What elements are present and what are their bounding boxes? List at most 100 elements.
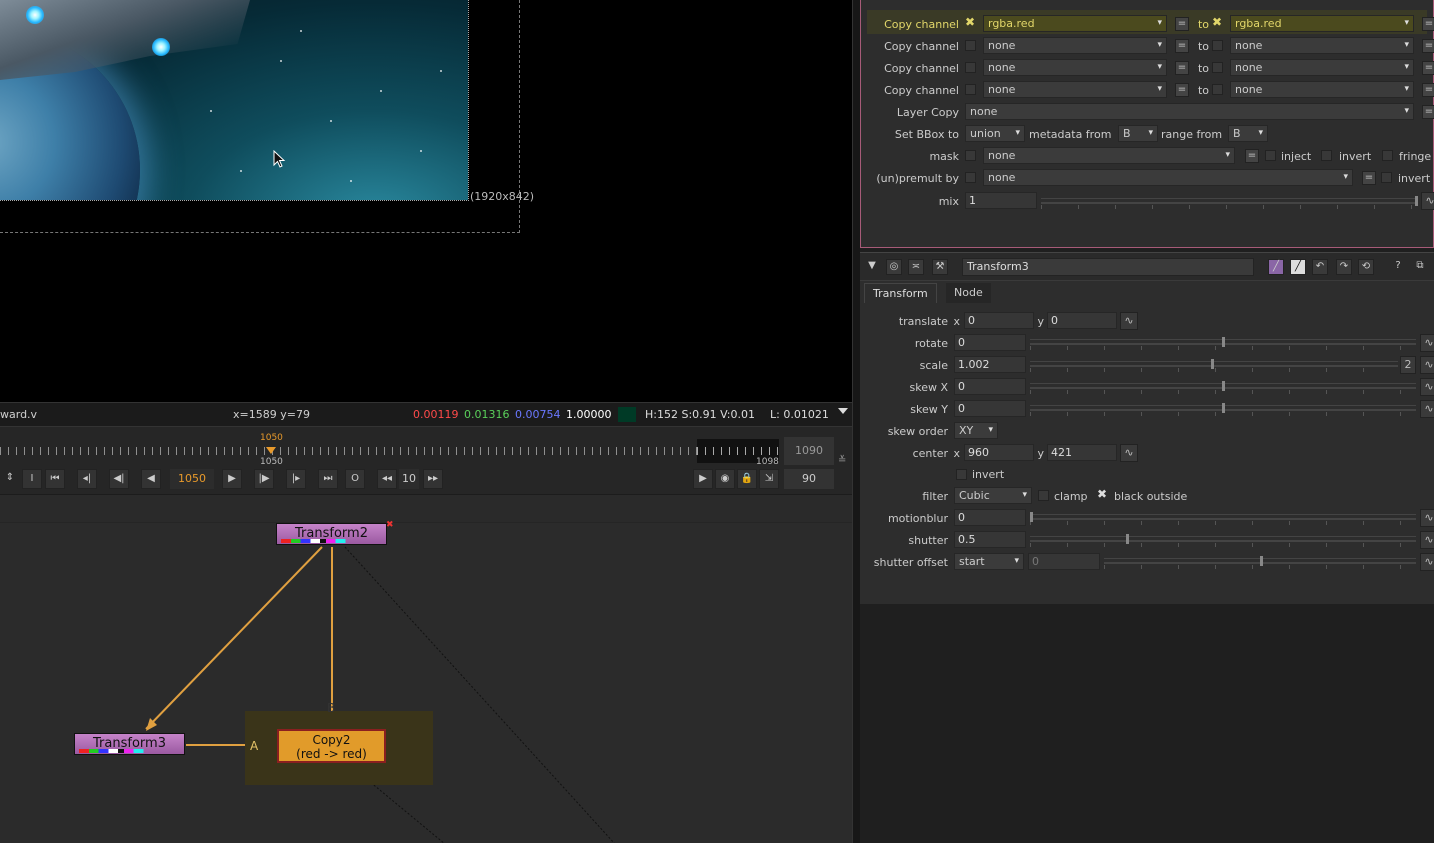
copy-from-dropdown[interactable]: rgba.red	[983, 15, 1167, 32]
shutter-offset-slider[interactable]	[1104, 558, 1416, 575]
animation-curve-icon[interactable]: ∿	[1420, 378, 1434, 396]
play-forward-icon[interactable]: ▶	[222, 469, 242, 489]
skew-x-field[interactable]: 0	[954, 378, 1026, 395]
wrench-icon[interactable]: ⚒	[932, 259, 948, 275]
shutter-field[interactable]: 0.5	[954, 531, 1026, 548]
center-node-icon[interactable]: ◎	[886, 259, 902, 275]
animation-curve-icon[interactable]: ∿	[1420, 509, 1434, 527]
link-button[interactable]: =	[1245, 149, 1259, 163]
copy-from-dropdown[interactable]: none	[983, 37, 1167, 54]
skew-order-dropdown[interactable]: XY	[954, 422, 998, 439]
copy-to-dropdown[interactable]: rgba.red	[1230, 15, 1414, 32]
animation-curve-icon[interactable]: ∿	[1420, 553, 1434, 571]
mask-dropdown[interactable]: none	[983, 147, 1235, 164]
range-from-dropdown[interactable]: B	[1228, 125, 1268, 142]
go-first-icon[interactable]: ⏮	[45, 469, 65, 489]
copy-channel-checkbox[interactable]	[965, 84, 976, 95]
bbox-dropdown[interactable]: union	[965, 125, 1025, 142]
scale-field[interactable]: 1.002	[954, 356, 1026, 373]
copy-channel-checkbox[interactable]	[965, 62, 976, 73]
tab-node[interactable]: Node	[946, 283, 991, 303]
step-forward-icon[interactable]: |▶	[254, 469, 274, 489]
animation-curve-icon[interactable]: ∿	[1420, 334, 1434, 352]
copy-to-dropdown[interactable]: none	[1230, 81, 1414, 98]
link-button[interactable]: =	[1175, 83, 1189, 97]
animation-curve-icon[interactable]: ∿	[1420, 356, 1434, 374]
mask-invert-checkbox[interactable]	[1321, 150, 1332, 161]
node-name-field[interactable]: Transform3	[962, 258, 1254, 276]
overlay-color-icon[interactable]: ╱	[1290, 259, 1306, 275]
link-button[interactable]: =	[1422, 105, 1434, 119]
prev-keyframe-icon[interactable]: ◂|	[77, 469, 97, 489]
playback-mode-icon[interactable]: ▶	[693, 469, 713, 489]
lock-icon[interactable]: 🔒	[737, 469, 757, 489]
tab-transform[interactable]: Transform	[864, 283, 937, 303]
link-button[interactable]: =	[1175, 61, 1189, 75]
fringe-checkbox[interactable]	[1382, 150, 1393, 161]
shutter-slider[interactable]	[1030, 536, 1416, 553]
revert-icon[interactable]: ⟲	[1358, 259, 1374, 275]
collapse-triangle-icon[interactable]: ▼	[864, 259, 880, 275]
link-button[interactable]: =	[1422, 39, 1434, 53]
shutter-custom-offset-field[interactable]: 0	[1028, 553, 1100, 570]
rotate-slider[interactable]	[1030, 339, 1416, 356]
link-button[interactable]: =	[1175, 39, 1189, 53]
link-button[interactable]: =	[1175, 17, 1189, 31]
animation-curve-icon[interactable]: ∿	[1420, 400, 1434, 418]
node-transform3[interactable]: Transform3	[74, 733, 185, 755]
timeline-ruler[interactable]: 1050 1050 1098	[0, 433, 780, 463]
translate-x-field[interactable]: 0	[964, 312, 1034, 329]
premult-dropdown[interactable]: none	[983, 169, 1353, 186]
animation-curve-icon[interactable]: ∿	[1120, 444, 1138, 462]
float-panel-icon[interactable]: ⧉	[1412, 259, 1428, 275]
viewer[interactable]: (1920x842)	[0, 0, 852, 402]
out-point-button[interactable]: O	[345, 469, 365, 489]
end-frame-field[interactable]: 1090	[784, 437, 834, 465]
panel-splitter[interactable]	[852, 0, 860, 843]
mix-field[interactable]: 1	[965, 192, 1037, 209]
record-icon[interactable]: ◉	[715, 469, 735, 489]
redo-icon[interactable]: ↷	[1336, 259, 1352, 275]
copy-to-dropdown[interactable]: none	[1230, 37, 1414, 54]
animation-curve-icon[interactable]: ∿	[1120, 312, 1138, 330]
help-icon[interactable]: ?	[1390, 259, 1406, 275]
skip-back-icon[interactable]: ◂◂	[377, 469, 397, 489]
copy-to-checkbox-checked[interactable]: ✖	[1212, 17, 1222, 28]
viewer-menu-icon[interactable]: ⇕	[0, 469, 20, 489]
timeline-expand-icon[interactable]: ≚	[838, 455, 846, 466]
skew-x-slider[interactable]	[1030, 383, 1416, 400]
center-x-field[interactable]: 960	[964, 444, 1034, 461]
invert-checkbox[interactable]	[956, 469, 967, 480]
link-button[interactable]: =	[1422, 17, 1434, 31]
shutter-offset-dropdown[interactable]: start	[954, 553, 1024, 570]
scale-channels-button[interactable]: 2	[1400, 356, 1416, 374]
go-last-icon[interactable]: ⏭	[318, 469, 338, 489]
in-point-button[interactable]: I	[22, 469, 42, 489]
copy-from-dropdown[interactable]: none	[983, 59, 1167, 76]
inject-checkbox[interactable]	[1265, 150, 1276, 161]
motionblur-slider[interactable]	[1030, 514, 1416, 531]
premult-invert-checkbox[interactable]	[1381, 172, 1392, 183]
node-color-icon[interactable]: ╱	[1268, 259, 1284, 275]
play-backward-icon[interactable]: ◀	[141, 469, 161, 489]
copy-from-dropdown[interactable]: none	[983, 81, 1167, 98]
copy-to-checkbox[interactable]	[1212, 84, 1223, 95]
premult-checkbox[interactable]	[965, 172, 976, 183]
skip-forward-icon[interactable]: ▸▸	[423, 469, 443, 489]
copy-channel-checkbox-checked[interactable]: ✖	[965, 17, 975, 28]
center-y-field[interactable]: 421	[1047, 444, 1117, 461]
undo-icon[interactable]: ↶	[1312, 259, 1328, 275]
link-button[interactable]: =	[1362, 171, 1376, 185]
playhead[interactable]	[266, 447, 276, 454]
scale-slider[interactable]	[1030, 361, 1398, 378]
clamp-checkbox[interactable]	[1038, 490, 1049, 501]
mask-checkbox[interactable]	[965, 150, 976, 161]
rotate-field[interactable]: 0	[954, 334, 1026, 351]
cache-icon[interactable]: ⇲	[759, 469, 779, 489]
copy-to-checkbox[interactable]	[1212, 40, 1223, 51]
node-graph[interactable]: ✖ Transform2 Transform3 Copy2 (red -> re…	[0, 494, 852, 843]
skew-y-field[interactable]: 0	[954, 400, 1026, 417]
step-back-icon[interactable]: ◀|	[109, 469, 129, 489]
copy-to-dropdown[interactable]: none	[1230, 59, 1414, 76]
node-input-icon[interactable]: ≍	[908, 259, 924, 275]
